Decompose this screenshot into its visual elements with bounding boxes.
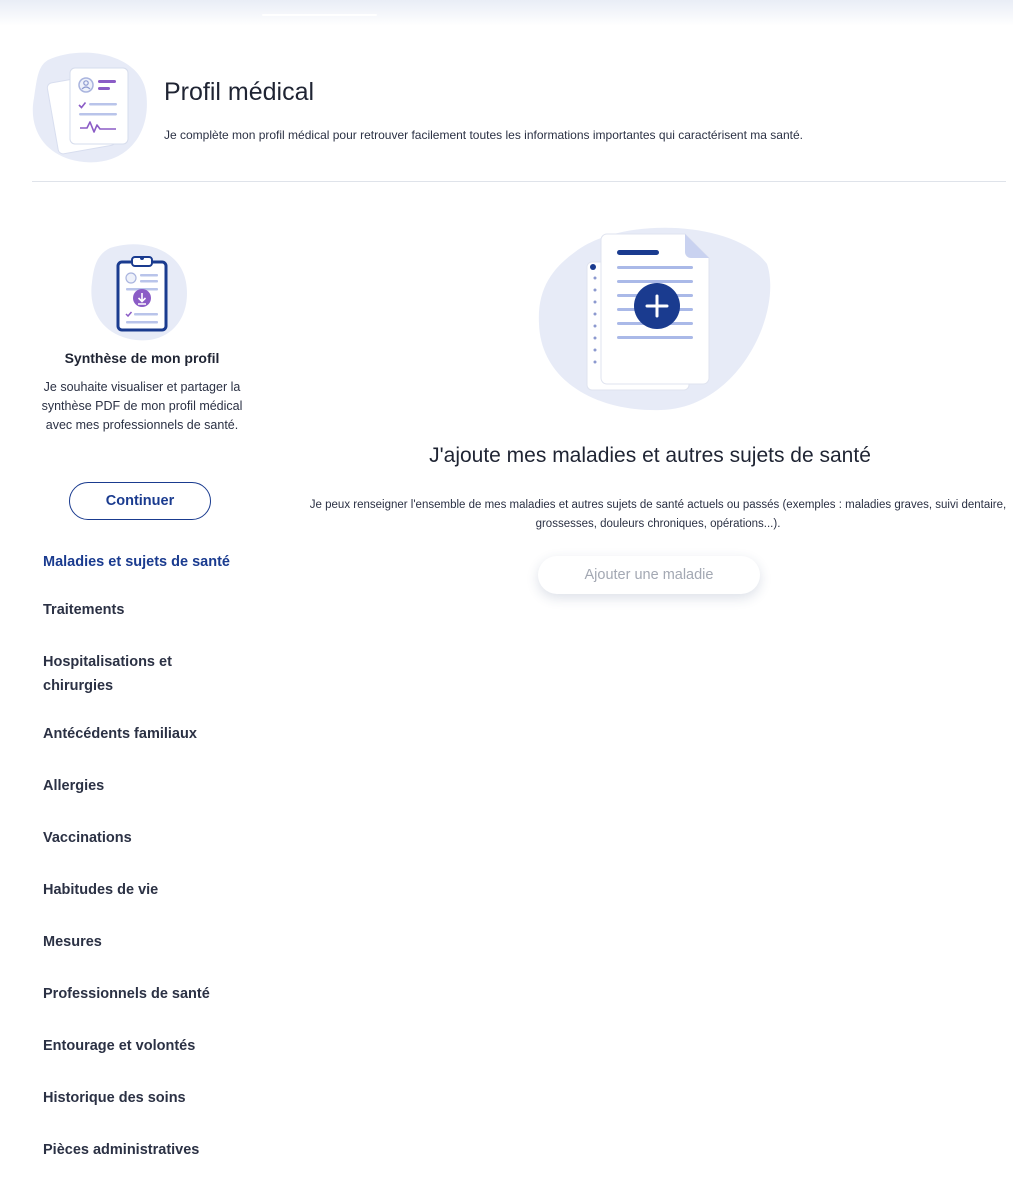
nav-item-pieces[interactable]: Pièces administratives <box>43 1138 243 1162</box>
nav-item-vaccinations[interactable]: Vaccinations <box>43 826 243 850</box>
nav-item-habitudes[interactable]: Habitudes de vie <box>43 878 243 902</box>
continue-button[interactable]: Continuer <box>69 482 211 520</box>
synthesis-title: Synthèse de mon profil <box>64 350 220 366</box>
document-add-icon <box>535 218 775 418</box>
main-title: J'ajoute mes maladies et autres sujets d… <box>429 444 871 467</box>
nav-item-antecedents[interactable]: Antécédents familiaux <box>43 722 243 746</box>
nav-item-allergies[interactable]: Allergies <box>43 774 243 798</box>
nav-item-maladies[interactable]: Maladies et sujets de santé <box>43 550 243 574</box>
synthesis-description: Je souhaite visualiser et partager la sy… <box>41 380 243 432</box>
page-header: Profil médical Je complète mon profil mé… <box>0 40 1013 182</box>
nav-item-traitements[interactable]: Traitements <box>43 598 243 622</box>
nav-item-entourage[interactable]: Entourage et volontés <box>43 1034 243 1058</box>
profile-sections-nav: Maladies et sujets de santé Traitements … <box>43 550 243 1190</box>
nav-item-mesures[interactable]: Mesures <box>43 930 243 954</box>
top-tab-indicator <box>262 14 377 16</box>
add-disease-button[interactable]: Ajouter une maladie <box>538 556 760 594</box>
nav-item-historique[interactable]: Historique des soins <box>43 1086 243 1110</box>
sidebar: Synthèse de mon profil Je souhaite visua… <box>0 182 280 1185</box>
nav-item-professionnels[interactable]: Professionnels de santé <box>43 982 243 1006</box>
top-bar <box>0 0 1013 26</box>
clipboard-download-icon <box>88 242 196 342</box>
page-subtitle: Je complète mon profil médical pour retr… <box>164 128 803 142</box>
medical-records-icon <box>28 48 160 168</box>
main-description: Je peux renseigner l'ensemble de mes mal… <box>309 499 1007 530</box>
main-content: J'ajoute mes maladies et autres sujets d… <box>300 182 1013 882</box>
nav-item-hospitalisations[interactable]: Hospitalisations et chirurgies <box>43 650 243 698</box>
page-title: Profil médical <box>164 78 315 106</box>
